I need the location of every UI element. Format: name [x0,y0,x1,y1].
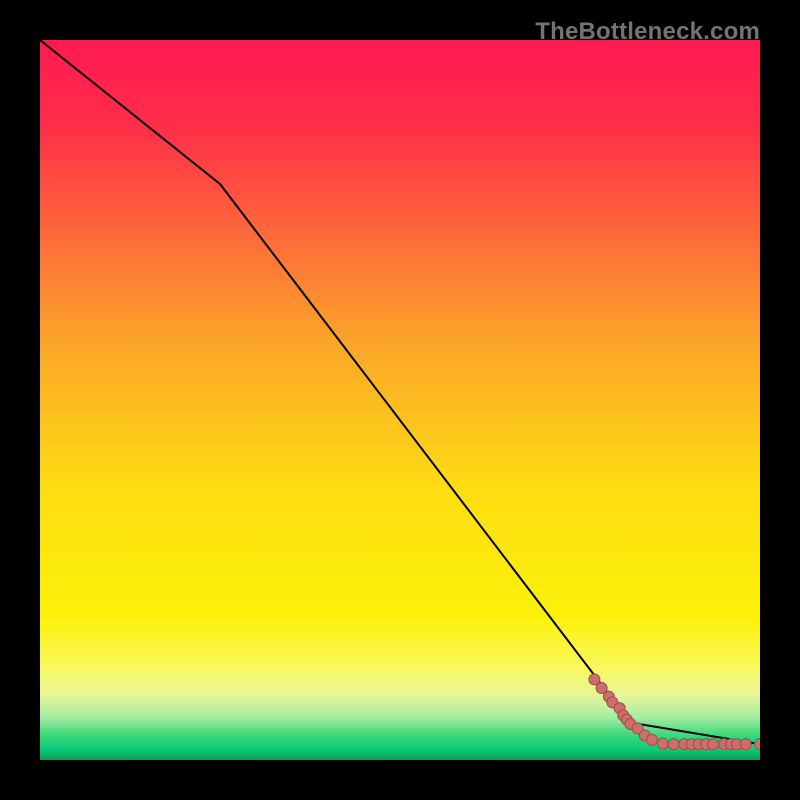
plot-area [40,40,760,760]
chart-background [40,40,760,760]
watermark-label: TheBottleneck.com [535,18,760,46]
chart-stage: TheBottleneck.com [0,0,800,800]
data-point [647,734,658,745]
chart-svg [40,40,760,760]
data-point [668,739,679,750]
data-point [708,739,719,750]
data-point [657,738,668,749]
data-point [740,739,751,750]
